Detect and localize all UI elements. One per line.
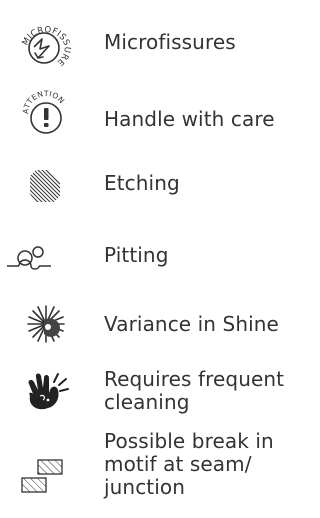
legend-item-etching: Etching — [0, 150, 295, 220]
legend-label-requires-frequent-cleaning: Requires frequent cleaning — [104, 367, 285, 414]
legend-item-variance-in-shine: Variance in Shine — [0, 290, 295, 360]
legend-item-possible-break-in-motif: Possible break in motif at seam/ junctio… — [0, 430, 295, 518]
legend-label-possible-break-in-motif: Possible break in motif at seam/ junctio… — [104, 429, 274, 499]
legend-label-microfissures: Microfissures — [104, 30, 236, 54]
legend-label-variance-in-shine: Variance in Shine — [104, 312, 279, 336]
legend-label-pitting: Pitting — [104, 243, 169, 267]
handprint-icon — [16, 366, 76, 416]
attention-stamp-icon: ATTENTION — [16, 80, 76, 140]
legend-label-handle-with-care: Handle with care — [104, 107, 275, 131]
legend-item-requires-frequent-cleaning: Requires frequent cleaning — [0, 360, 295, 430]
legend-label-etching: Etching — [104, 171, 180, 195]
shine-variance-icon — [16, 298, 76, 350]
etching-hatch-icon — [16, 160, 76, 210]
legend-item-microfissures: MICROFISSURE Microfissures — [0, 0, 295, 80]
pitting-icon — [7, 230, 76, 280]
legend-item-pitting: Pitting — [0, 220, 295, 290]
legend-item-handle-with-care: ATTENTION Handle with care — [0, 80, 295, 150]
seam-tiles-icon — [16, 450, 76, 502]
microfissure-stamp-icon: MICROFISSURE — [16, 6, 76, 74]
